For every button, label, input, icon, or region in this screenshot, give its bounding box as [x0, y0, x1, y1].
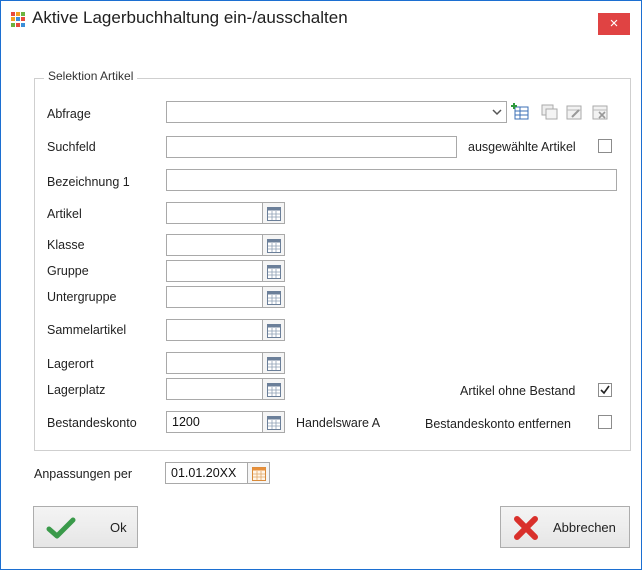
cancel-x-icon	[514, 516, 538, 540]
sammelartikel-label: Sammelartikel	[47, 323, 127, 337]
gruppe-label: Gruppe	[47, 264, 89, 278]
selection-group-legend: Selektion Artikel	[44, 69, 138, 83]
edit-query-icon[interactable]	[564, 102, 584, 122]
gruppe-input[interactable]	[166, 260, 263, 282]
untergruppe-input[interactable]	[166, 286, 263, 308]
checkmark-icon	[600, 385, 610, 395]
artikel-ohne-bestand-checkbox[interactable]	[598, 383, 612, 397]
ausgewaehlte-artikel-label: ausgewählte Artikel	[468, 140, 576, 154]
abfrage-select[interactable]	[166, 101, 507, 123]
artikel-input[interactable]	[166, 202, 263, 224]
untergruppe-label: Untergruppe	[47, 290, 117, 304]
klasse-input[interactable]	[166, 234, 263, 256]
ok-button[interactable]: Ok	[33, 506, 138, 548]
bestandeskonto-picker-icon[interactable]	[263, 411, 285, 433]
lagerplatz-label: Lagerplatz	[47, 383, 106, 397]
close-button[interactable]: ×	[598, 13, 630, 35]
lagerplatz-picker-icon[interactable]	[263, 378, 285, 400]
artikel-picker-icon[interactable]	[263, 202, 285, 224]
suchfeld-label: Suchfeld	[47, 140, 96, 154]
bestandeskonto-input[interactable]: 1200	[166, 411, 263, 433]
app-grid-icon	[11, 12, 26, 27]
checkmark-icon	[46, 517, 76, 539]
cancel-button-label: Abbrechen	[553, 520, 616, 535]
anpassungen-date-input[interactable]: 01.01.20XX	[165, 462, 248, 484]
bestandeskonto-entfernen-checkbox[interactable]	[598, 415, 612, 429]
dialog-window: Aktive Lagerbuchhaltung ein-/ausschalten…	[0, 0, 642, 570]
lagerort-input[interactable]	[166, 352, 263, 374]
artikel-label: Artikel	[47, 207, 82, 221]
klasse-label: Klasse	[47, 238, 85, 252]
bestandeskonto-description: Handelsware A	[296, 416, 381, 430]
cancel-button[interactable]: Abbrechen	[500, 506, 630, 548]
suchfeld-input[interactable]	[166, 136, 457, 158]
copy-query-icon[interactable]	[539, 102, 559, 122]
bestandeskonto-entfernen-label: Bestandeskonto entfernen	[425, 417, 571, 431]
ausgewaehlte-artikel-checkbox[interactable]	[598, 139, 612, 153]
lagerort-label: Lagerort	[47, 357, 94, 371]
lagerort-picker-icon[interactable]	[263, 352, 285, 374]
anpassungen-per-label: Anpassungen per	[34, 467, 132, 481]
window-title: Aktive Lagerbuchhaltung ein-/ausschalten	[32, 8, 348, 27]
calendar-icon[interactable]	[248, 462, 270, 484]
chevron-down-icon[interactable]	[491, 106, 505, 118]
lagerplatz-input[interactable]	[166, 378, 263, 400]
bezeichnung-input[interactable]	[166, 169, 617, 191]
gruppe-picker-icon[interactable]	[263, 260, 285, 282]
klasse-picker-icon[interactable]	[263, 234, 285, 256]
bezeichnung-label: Bezeichnung 1	[47, 175, 130, 189]
sammelartikel-picker-icon[interactable]	[263, 319, 285, 341]
title-bar: Aktive Lagerbuchhaltung ein-/ausschalten…	[1, 1, 641, 37]
artikel-ohne-bestand-label: Artikel ohne Bestand	[460, 384, 576, 398]
untergruppe-picker-icon[interactable]	[263, 286, 285, 308]
new-query-icon[interactable]	[511, 102, 531, 122]
abfrage-label: Abfrage	[47, 107, 91, 121]
ok-button-label: Ok	[110, 520, 127, 535]
sammelartikel-input[interactable]	[166, 319, 263, 341]
delete-query-icon[interactable]	[590, 102, 610, 122]
bestandeskonto-label: Bestandeskonto	[47, 416, 137, 430]
